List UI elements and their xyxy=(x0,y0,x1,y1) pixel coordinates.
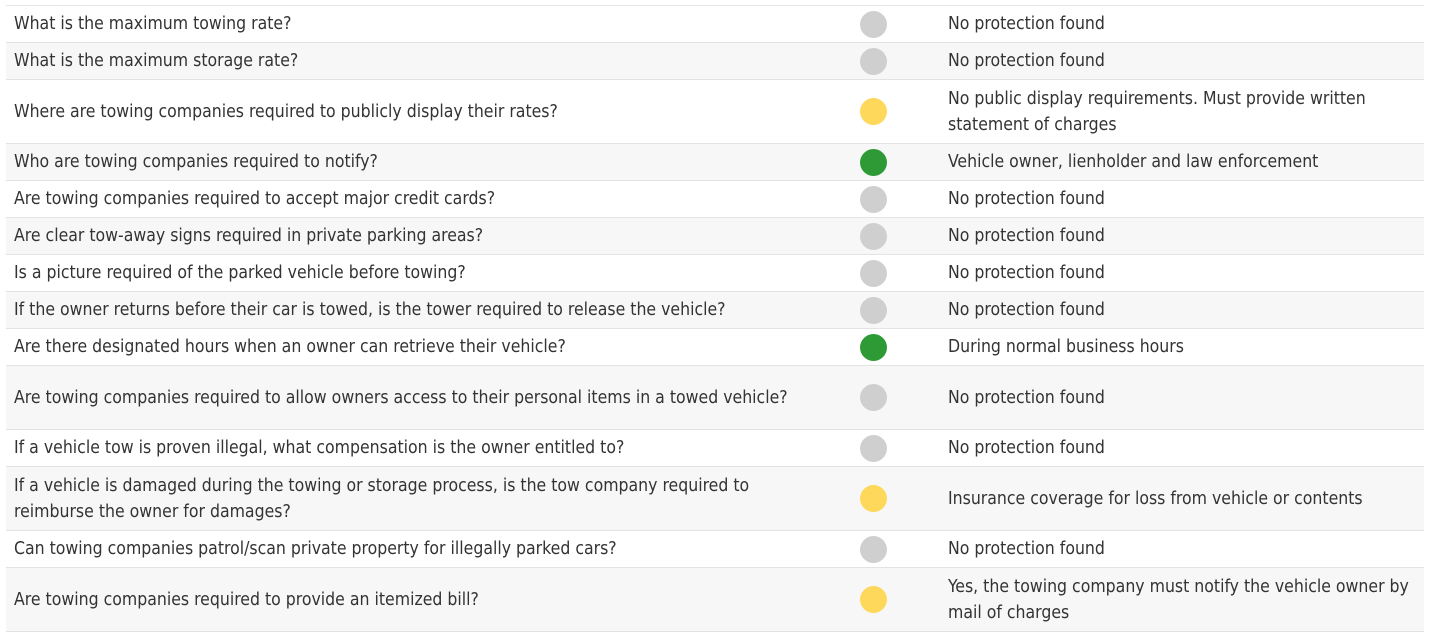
question-text: Can towing companies patrol/scan private… xyxy=(14,539,617,559)
table-row: If a vehicle is damaged during the towin… xyxy=(6,467,1424,531)
status-dot-icon xyxy=(859,586,887,613)
question-text: If a vehicle is damaged during the towin… xyxy=(14,475,750,522)
status-cell xyxy=(806,434,940,462)
question-text: Who are towing companies required to not… xyxy=(14,152,378,172)
answer-text: No protection found xyxy=(948,263,1105,283)
table-row: What is the maximum towing rate? No prot… xyxy=(6,6,1424,43)
protections-table: What is the maximum towing rate? No prot… xyxy=(6,5,1424,632)
question-text: What is the maximum towing rate? xyxy=(14,14,292,34)
status-cell xyxy=(806,535,940,563)
table-row: Are towing companies required to provide… xyxy=(6,568,1424,632)
table-row: If a vehicle tow is proven illegal, what… xyxy=(6,430,1424,467)
status-dot-icon xyxy=(859,47,887,75)
status-cell xyxy=(806,259,940,287)
status-cell xyxy=(806,296,940,324)
status-cell xyxy=(806,333,940,361)
answer-text: No protection found xyxy=(948,14,1105,34)
question-text: If a vehicle tow is proven illegal, what… xyxy=(14,438,625,458)
status-dot-icon xyxy=(859,384,887,411)
table-row: Are towing companies required to accept … xyxy=(6,181,1424,218)
table-row: Who are towing companies required to not… xyxy=(6,144,1424,181)
status-cell xyxy=(806,384,940,411)
table-row: Where are towing companies required to p… xyxy=(6,80,1424,144)
answer-text: No protection found xyxy=(948,438,1105,458)
question-text: Where are towing companies required to p… xyxy=(14,101,558,122)
answer-text: Yes, the towing company must notify the … xyxy=(948,576,1409,623)
status-dot-icon xyxy=(859,185,887,213)
answer-text: No protection found xyxy=(948,51,1105,71)
status-dot-icon xyxy=(859,333,887,361)
status-dot-icon xyxy=(859,296,887,324)
status-dot-icon xyxy=(859,10,887,38)
status-cell xyxy=(806,47,940,75)
answer-text: No protection found xyxy=(948,300,1105,320)
status-cell xyxy=(806,586,940,613)
question-text: Are towing companies required to allow o… xyxy=(14,387,788,408)
question-text: Are clear tow-away signs required in pri… xyxy=(14,226,484,246)
status-dot-icon xyxy=(859,485,887,512)
status-cell xyxy=(806,485,940,512)
table-row: Are there designated hours when an owner… xyxy=(6,329,1424,366)
answer-text: During normal business hours xyxy=(948,337,1184,357)
table-row: Can towing companies patrol/scan private… xyxy=(6,531,1424,568)
answer-text: Vehicle owner, lienholder and law enforc… xyxy=(948,152,1319,172)
question-text: Are towing companies required to accept … xyxy=(14,189,496,209)
table-row: Is a picture required of the parked vehi… xyxy=(6,255,1424,292)
answer-text: No protection found xyxy=(948,387,1105,408)
status-cell xyxy=(806,10,940,38)
answer-text: No protection found xyxy=(948,189,1105,209)
status-dot-icon xyxy=(859,148,887,176)
table-row: If the owner returns before their car is… xyxy=(6,292,1424,329)
status-cell xyxy=(806,185,940,213)
table-row: Are towing companies required to allow o… xyxy=(6,366,1424,430)
question-text: If the owner returns before their car is… xyxy=(14,300,726,320)
answer-text: No public display requirements. Must pro… xyxy=(948,88,1366,135)
question-text: Are there designated hours when an owner… xyxy=(14,337,566,357)
answer-text: No protection found xyxy=(948,539,1105,559)
status-dot-icon xyxy=(859,98,887,125)
table-row: What is the maximum storage rate? No pro… xyxy=(6,43,1424,80)
status-cell xyxy=(806,222,940,250)
table-row: Are clear tow-away signs required in pri… xyxy=(6,218,1424,255)
question-text: Are towing companies required to provide… xyxy=(14,589,479,610)
answer-text: No protection found xyxy=(948,226,1105,246)
status-dot-icon xyxy=(859,535,887,563)
status-dot-icon xyxy=(859,222,887,250)
answer-text: Insurance coverage for loss from vehicle… xyxy=(948,488,1363,509)
status-dot-icon xyxy=(859,434,887,462)
question-text: What is the maximum storage rate? xyxy=(14,51,299,71)
status-dot-icon xyxy=(859,259,887,287)
status-cell xyxy=(806,148,940,176)
question-text: Is a picture required of the parked vehi… xyxy=(14,263,466,283)
status-cell xyxy=(806,98,940,125)
